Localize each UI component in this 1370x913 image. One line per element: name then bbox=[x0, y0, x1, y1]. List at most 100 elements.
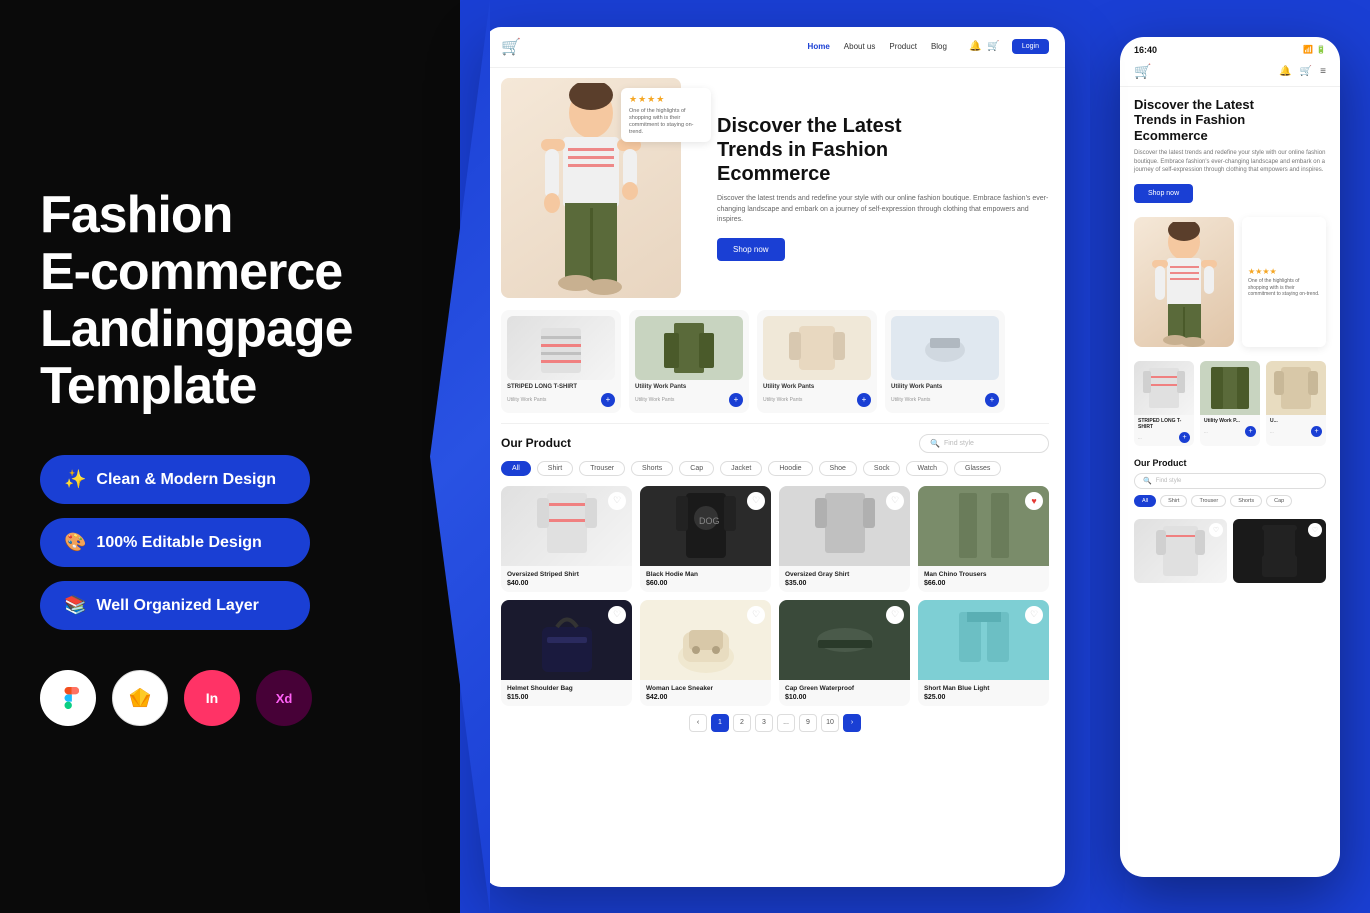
mobile-shop-btn[interactable]: Shop now bbox=[1134, 184, 1193, 203]
mobile-search-text: Find style bbox=[1156, 478, 1182, 484]
thumb-card-3[interactable]: Utility Work Pants Utility Work Pants + bbox=[757, 310, 877, 413]
product-heart-8[interactable]: ♡ bbox=[1025, 606, 1043, 624]
product-card-2[interactable]: DOG ♡ Black Hodie Man $60.00 bbox=[640, 486, 771, 592]
product-heart-4[interactable]: ♥ bbox=[1025, 492, 1043, 510]
mobile-thumb-2[interactable]: Utility Work P... ... + bbox=[1200, 361, 1260, 446]
xd-icon[interactable]: Xd bbox=[256, 670, 312, 726]
search-bar[interactable]: 🔍 Find style bbox=[919, 434, 1049, 453]
thumb-add-btn-2[interactable]: + bbox=[729, 393, 743, 407]
cat-trouser[interactable]: Trouser bbox=[579, 461, 625, 476]
mobile-thumb-add-3[interactable]: + bbox=[1311, 426, 1322, 437]
product-heart-2[interactable]: ♡ bbox=[747, 492, 765, 510]
mobile-search[interactable]: 🔍 Find style bbox=[1134, 473, 1326, 489]
cat-shorts[interactable]: Shorts bbox=[631, 461, 673, 476]
mobile-product-card-1[interactable]: ♡ bbox=[1134, 519, 1227, 583]
product-heart-7[interactable]: ♡ bbox=[886, 606, 904, 624]
mobile-bell-icon[interactable]: 🔔 bbox=[1279, 66, 1291, 77]
cat-shirt[interactable]: Shirt bbox=[537, 461, 573, 476]
cat-sock[interactable]: Sock bbox=[863, 461, 901, 476]
page-1[interactable]: 1 bbox=[711, 714, 729, 732]
svg-text:DOG: DOG bbox=[699, 516, 720, 526]
shop-now-button[interactable]: Shop now bbox=[717, 238, 785, 261]
figma-icon[interactable] bbox=[40, 670, 96, 726]
product-card-1[interactable]: ♡ Oversized Striped Shirt $40.00 bbox=[501, 486, 632, 592]
product-card-5[interactable]: ♡ Helmet Shoulder Bag $15.00 bbox=[501, 600, 632, 706]
product-heart-5[interactable]: ♡ bbox=[608, 606, 626, 624]
product-price-5: $15.00 bbox=[507, 694, 626, 701]
cat-watch[interactable]: Watch bbox=[906, 461, 948, 476]
next-page[interactable]: › bbox=[843, 714, 861, 732]
bell-icon[interactable]: 🔔 bbox=[969, 41, 981, 52]
thumb-add-btn-3[interactable]: + bbox=[857, 393, 871, 407]
mobile-review-text: One of the highlights of shopping with i… bbox=[1248, 278, 1320, 298]
mobile-menu-icon[interactable]: ≡ bbox=[1320, 66, 1326, 77]
nav-product[interactable]: Product bbox=[889, 42, 917, 51]
thumb-sub-2: Utility Work Pants bbox=[635, 397, 674, 403]
nav-home[interactable]: Home bbox=[808, 42, 830, 51]
product-heart-3[interactable]: ♡ bbox=[886, 492, 904, 510]
desktop-nav: 🛒 Home About us Product Blog 🔔 🛒 Login bbox=[485, 27, 1065, 68]
mobile-cat-trouser[interactable]: Trouser bbox=[1191, 495, 1226, 507]
tool-icons: In Xd bbox=[40, 670, 420, 726]
mobile-logo: 🛒 bbox=[1134, 63, 1151, 80]
cart-icon[interactable]: 🛒 bbox=[987, 41, 999, 52]
cat-cap[interactable]: Cap bbox=[679, 461, 714, 476]
thumb-card-2[interactable]: Utility Work Pants Utility Work Pants + bbox=[629, 310, 749, 413]
product-card-8[interactable]: ♡ Short Man Blue Light $25.00 bbox=[918, 600, 1049, 706]
product-heart-1[interactable]: ♡ bbox=[608, 492, 626, 510]
cat-jacket[interactable]: Jacket bbox=[720, 461, 762, 476]
product-info-8: Short Man Blue Light $25.00 bbox=[918, 680, 1049, 706]
cat-hoodie[interactable]: Hoodie bbox=[768, 461, 812, 476]
products-section: Our Product 🔍 Find style All Shirt Trous… bbox=[485, 424, 1065, 746]
page-10[interactable]: 10 bbox=[821, 714, 839, 732]
main-title: FashionE-commerceLandingpageTemplate bbox=[40, 187, 420, 416]
cat-all[interactable]: All bbox=[501, 461, 531, 476]
mobile-thumb-3[interactable]: U... ... + bbox=[1266, 361, 1326, 446]
mobile-review-card: ★★★★ One of the highlights of shopping w… bbox=[1242, 217, 1326, 347]
mobile-thumb-add-2[interactable]: + bbox=[1245, 426, 1256, 437]
nav-blog[interactable]: Blog bbox=[931, 42, 947, 51]
page-9[interactable]: 9 bbox=[799, 714, 817, 732]
layer-badge[interactable]: 📚 Well Organized Layer bbox=[40, 581, 310, 630]
product-card-4[interactable]: ♥ Man Chino Trousers $66.00 bbox=[918, 486, 1049, 592]
mobile-cart-icon[interactable]: 🛒 bbox=[1300, 66, 1312, 77]
thumb-footer-1: Utility Work Pants + bbox=[507, 393, 615, 407]
product-info-3: Oversized Gray Shirt $35.00 bbox=[779, 566, 910, 592]
thumb-card-4[interactable]: Utility Work Pants Utility Work Pants + bbox=[885, 310, 1005, 413]
login-button[interactable]: Login bbox=[1012, 39, 1049, 54]
thumb-add-btn-4[interactable]: + bbox=[985, 393, 999, 407]
mobile-thumb-img-3 bbox=[1266, 361, 1326, 415]
sketch-icon[interactable] bbox=[112, 670, 168, 726]
mobile-cat-shirt[interactable]: Shirt bbox=[1160, 495, 1187, 507]
mobile-thumb-add-1[interactable]: + bbox=[1179, 432, 1190, 443]
mobile-thumb-1[interactable]: STRIPED LONG T-SHIRT ... + bbox=[1134, 361, 1194, 446]
page-2[interactable]: 2 bbox=[733, 714, 751, 732]
product-price-1: $40.00 bbox=[507, 580, 626, 587]
nav-about[interactable]: About us bbox=[844, 42, 876, 51]
search-placeholder: Find style bbox=[944, 440, 974, 447]
review-stars: ★★★★ bbox=[629, 94, 703, 105]
prev-page[interactable]: ‹ bbox=[689, 714, 707, 732]
invision-icon[interactable]: In bbox=[184, 670, 240, 726]
product-info-1: Oversized Striped Shirt $40.00 bbox=[501, 566, 632, 592]
mobile-cat-shorts[interactable]: Shorts bbox=[1230, 495, 1262, 507]
cat-glasses[interactable]: Glasses bbox=[954, 461, 1001, 476]
thumb-card-1[interactable]: STRIPED LONG T-SHIRT Utility Work Pants … bbox=[501, 310, 621, 413]
product-name-8: Short Man Blue Light bbox=[924, 685, 1043, 692]
product-heart-6[interactable]: ♡ bbox=[747, 606, 765, 624]
mobile-cat-cap[interactable]: Cap bbox=[1266, 495, 1292, 507]
clean-design-badge[interactable]: ✨ Clean & Modern Design bbox=[40, 455, 310, 504]
product-card-3[interactable]: ♡ Oversized Gray Shirt $35.00 bbox=[779, 486, 910, 592]
product-card-6[interactable]: ♡ Woman Lace Sneaker $42.00 bbox=[640, 600, 771, 706]
mobile-cat-all[interactable]: All bbox=[1134, 495, 1156, 507]
page-3[interactable]: 3 bbox=[755, 714, 773, 732]
mobile-product-card-2[interactable]: ♡ bbox=[1233, 519, 1326, 583]
mobile-product-grid-bottom: ♡ ♡ bbox=[1120, 513, 1340, 589]
mobile-hero-title: Discover the LatestTrends in FashionEcom… bbox=[1134, 97, 1326, 144]
editable-design-badge[interactable]: 🎨 100% Editable Design bbox=[40, 518, 310, 567]
product-card-7[interactable]: ♡ Cap Green Waterproof $10.00 bbox=[779, 600, 910, 706]
thumb-add-btn-1[interactable]: + bbox=[601, 393, 615, 407]
cat-shoe[interactable]: Shoe bbox=[819, 461, 857, 476]
pagination: ‹ 1 2 3 ... 9 10 › bbox=[501, 706, 1049, 736]
product-name-2: Black Hodie Man bbox=[646, 571, 765, 578]
